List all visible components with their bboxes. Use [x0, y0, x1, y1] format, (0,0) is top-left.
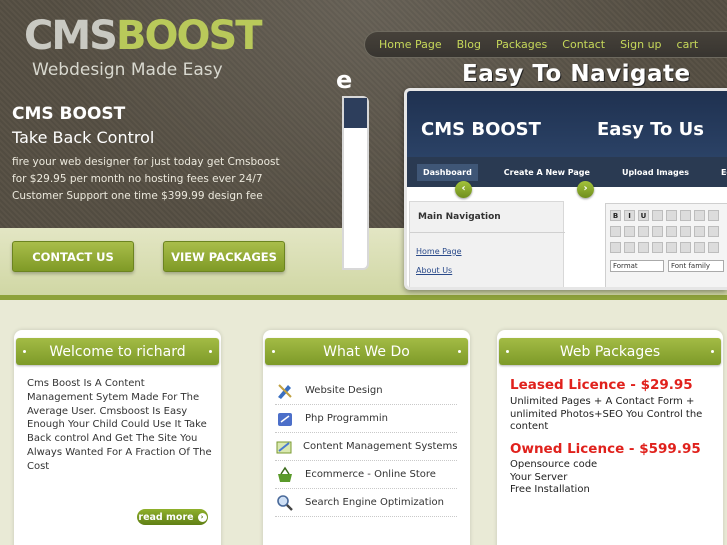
welcome-heading: Welcome to richard	[16, 338, 219, 365]
design-tools-icon	[275, 382, 295, 400]
contact-us-button[interactable]: CONTACT US	[12, 241, 134, 272]
service-item[interactable]: Php Programmin	[275, 405, 457, 433]
shopping-basket-icon	[275, 466, 295, 484]
header-divider	[0, 295, 727, 300]
prev-slide-screenshot	[342, 96, 369, 270]
leased-licence-price: $29.95	[640, 377, 693, 393]
leased-licence-title[interactable]: Leased Licence - $29.95	[510, 377, 693, 393]
service-item[interactable]: Search Engine Optimization	[275, 489, 457, 517]
editor-row-1: BIU	[610, 210, 722, 222]
main-nav: Home Page Blog Packages Contact Sign up …	[364, 31, 727, 58]
owned-licence-label: Owned Licence -	[510, 441, 640, 457]
editor-font-select: Font family	[668, 260, 724, 272]
service-label: Ecommerce - Online Store	[305, 469, 436, 480]
editor-row-3	[610, 242, 722, 254]
nav-signup[interactable]: Sign up	[620, 38, 661, 51]
hero-title: CMS BOOST	[12, 104, 126, 124]
screenshot-menu: Dashboard Create A New Page Upload Image…	[407, 157, 727, 187]
web-packages-box: Web Packages Leased Licence - $29.95 Unl…	[497, 330, 723, 545]
service-label: Content Management Systems	[303, 441, 458, 452]
nav-packages[interactable]: Packages	[496, 38, 547, 51]
screenshot-nav-panel: Main Navigation Home Page About Us	[409, 201, 565, 287]
site-logo[interactable]: CMSBOOST Webdesign Made Easy	[24, 13, 263, 80]
owned-feature: Your Server	[510, 471, 568, 483]
screenshot-panel-divider	[410, 232, 565, 233]
service-item[interactable]: Website Design	[275, 377, 457, 405]
welcome-box: Welcome to richard Cms Boost Is A Conten…	[14, 330, 221, 545]
screenshot-link-home: Home Page	[416, 247, 462, 256]
screenshot-menu-upload: Upload Images	[621, 167, 689, 177]
prev-slide-header	[344, 98, 367, 128]
service-label: Search Engine Optimization	[305, 497, 444, 508]
what-we-do-heading: What We Do	[265, 338, 468, 365]
screenshot-brand-right: Easy To Us	[597, 119, 705, 140]
screenshot-menu-create-page: Create A New Page	[503, 167, 590, 177]
service-label: Php Programmin	[305, 413, 388, 424]
cms-edit-icon	[275, 438, 293, 456]
screenshot-link-about: About Us	[416, 266, 453, 275]
hero-subtitle: Take Back Control	[12, 128, 155, 147]
php-icon	[275, 410, 295, 428]
editor-row-2	[610, 226, 722, 238]
what-we-do-box: What We Do Website Design Php Programmin…	[263, 330, 470, 545]
hero-description: fire your web designer for just today ge…	[12, 156, 280, 202]
welcome-text: Cms Boost Is A Content Management Sytem …	[27, 378, 212, 472]
owned-licence-price: $599.95	[639, 441, 701, 457]
magnifier-icon	[275, 494, 295, 512]
service-label: Website Design	[305, 385, 383, 396]
screenshot-panel-title: Main Navigation	[418, 212, 501, 222]
leased-licence-description: Unlimited Pages + A Contact Form + unlim…	[510, 396, 703, 432]
read-more-arrow-icon: ›	[197, 512, 207, 522]
logo-cms: CMS	[24, 13, 118, 59]
nav-cart[interactable]: cart	[677, 38, 699, 51]
owned-licence-title[interactable]: Owned Licence - $599.95	[510, 441, 701, 457]
screenshot-editor-toolbar: BIU Format Font family	[605, 203, 727, 287]
web-packages-heading: Web Packages	[499, 338, 721, 365]
logo-boost: BOOST	[115, 13, 263, 59]
owned-feature: Opensource code	[510, 459, 598, 470]
read-more-button[interactable]: read more ›	[137, 509, 208, 525]
slide-title: Easy To Navigate	[462, 61, 691, 87]
logo-wordmark: CMSBOOST	[24, 13, 263, 59]
screenshot-menu-edit-nav: Edit Navigation	[720, 167, 727, 177]
nav-contact[interactable]: Contact	[562, 38, 605, 51]
logo-tagline: Webdesign Made Easy	[32, 60, 223, 80]
site-header: CMSBOOST Webdesign Made Easy Home Page B…	[0, 0, 727, 300]
services-list: Website Design Php Programmin Content Ma…	[275, 377, 458, 517]
slide-screenshot: CMS BOOST Easy To Us Dashboard Create A …	[404, 88, 727, 290]
leased-licence-label: Leased Licence -	[510, 377, 641, 393]
service-item[interactable]: Content Management Systems	[275, 433, 458, 461]
nav-blog[interactable]: Blog	[457, 38, 481, 51]
view-packages-button[interactable]: VIEW PACKAGES	[163, 241, 285, 272]
owned-licence-description: Opensource code Your Server Free Install…	[510, 459, 715, 497]
editor-format-select: Format	[610, 260, 664, 272]
screenshot-menu-dashboard: Dashboard	[417, 163, 478, 181]
prev-slide-title: e	[336, 66, 353, 94]
nav-home[interactable]: Home Page	[379, 38, 442, 51]
slider-next-arrow-icon[interactable]: ›	[577, 181, 594, 198]
slider-prev-arrow-icon[interactable]: ‹	[455, 181, 472, 198]
owned-feature: Free Installation	[510, 484, 590, 495]
service-item[interactable]: Ecommerce - Online Store	[275, 461, 457, 489]
screenshot-brand: CMS BOOST	[421, 119, 541, 140]
read-more-label: read more	[138, 511, 194, 523]
